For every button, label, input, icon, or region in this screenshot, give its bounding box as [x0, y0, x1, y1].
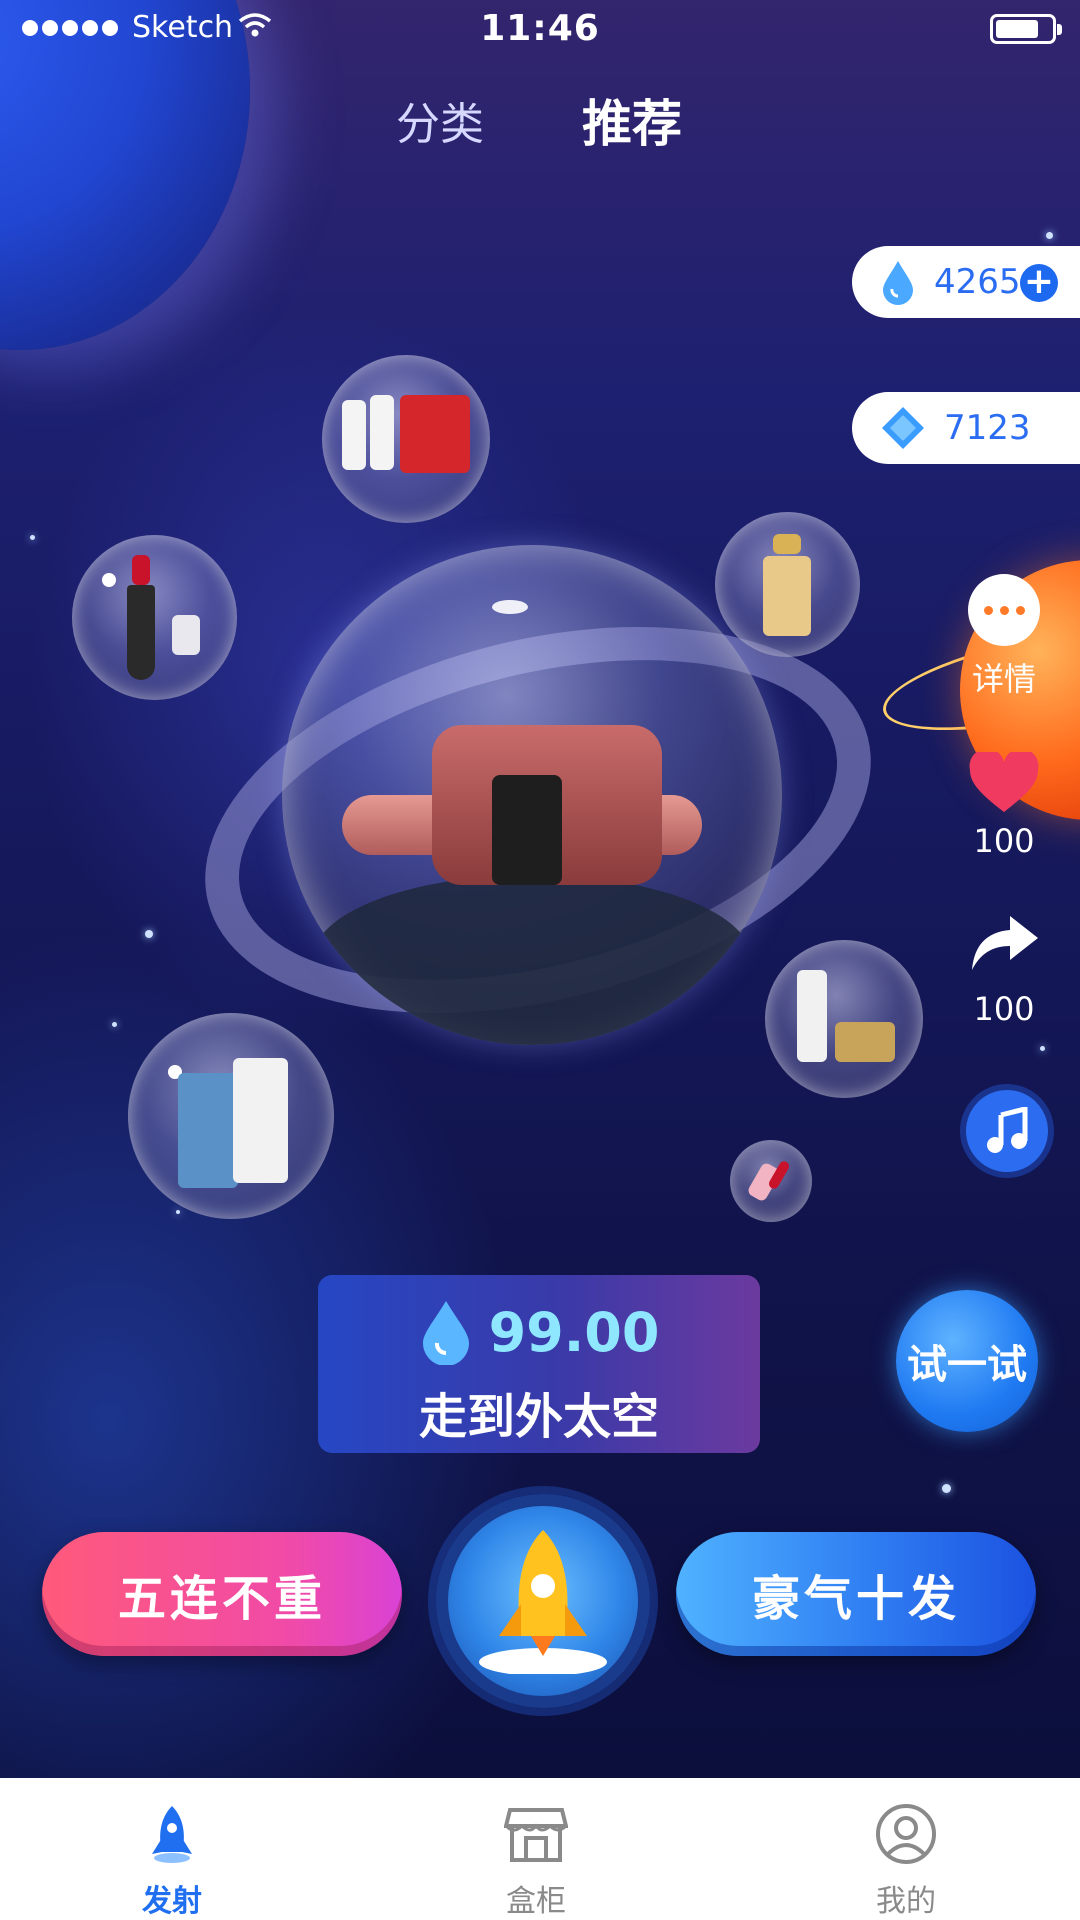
product-bubble-cologne[interactable]: [128, 1013, 334, 1219]
product-bubble-lipstick[interactable]: [72, 535, 237, 700]
tab-classify[interactable]: 分类: [396, 88, 484, 152]
water-drop-icon: [422, 1301, 469, 1365]
status-time: 11:46: [480, 8, 600, 49]
nav-mine-label: 我的: [876, 1884, 936, 1919]
status-bar: Sketch 11:46: [0, 0, 1080, 60]
tab-recommend[interactable]: 推荐: [582, 84, 682, 156]
water-drop-icon: [883, 261, 913, 305]
star: [942, 1484, 951, 1493]
star: [176, 1210, 180, 1214]
nav-launch-label: 发射: [142, 1884, 202, 1919]
details-label[interactable]: 详情: [940, 654, 1068, 700]
nav-item-mine[interactable]: 我的: [806, 1778, 1006, 1920]
plus-icon[interactable]: +: [1020, 264, 1058, 302]
music-icon[interactable]: [966, 1090, 1048, 1172]
ten-draw-button[interactable]: 豪气十发: [676, 1532, 1036, 1656]
product-bubble-chanel[interactable]: [765, 940, 923, 1098]
user-icon: [876, 1804, 936, 1864]
shares-count: 100: [973, 990, 1035, 1028]
box-cabinet-icon: [504, 1808, 568, 1862]
product-bubble-perfume[interactable]: [715, 512, 860, 657]
five-draw-button[interactable]: 五连不重: [42, 1532, 402, 1656]
heart-icon[interactable]: [968, 748, 1040, 818]
gems-balance[interactable]: 7123: [852, 392, 1080, 464]
product-bubble-skincare-set[interactable]: [322, 355, 490, 523]
star: [1046, 232, 1053, 239]
gem-icon: [882, 407, 924, 449]
share-icon[interactable]: [968, 912, 1040, 978]
likes-count: 100: [973, 822, 1035, 860]
blind-box-planet[interactable]: [282, 545, 782, 1045]
star: [145, 930, 153, 938]
box-price: 99.00: [488, 1300, 660, 1364]
star: [1040, 1046, 1045, 1051]
launch-screen: Sketch 11:46 分类 推荐 4265 + 7123 详情 100 10…: [0, 0, 1080, 1778]
battery-icon: [990, 14, 1062, 44]
gems-count: 7123: [944, 408, 1031, 448]
try-button[interactable]: 试一试: [896, 1290, 1038, 1432]
rocket-icon: [479, 1530, 607, 1674]
rocket-icon: [152, 1806, 192, 1863]
star: [30, 535, 35, 540]
blind-box-price-card: 99.00 走到外太空: [318, 1275, 760, 1453]
star: [112, 1022, 117, 1027]
drops-balance[interactable]: 4265 +: [852, 246, 1080, 318]
launch-button[interactable]: [436, 1494, 650, 1708]
product-bubble-lip-gloss[interactable]: [730, 1140, 812, 1222]
box-title: 走到外太空: [418, 1389, 659, 1445]
nav-item-box[interactable]: 盒柜: [436, 1778, 636, 1920]
drops-count: 4265: [934, 262, 1021, 302]
bottom-navigation: 发射 盒柜 我的: [0, 1778, 1080, 1920]
nav-item-launch[interactable]: 发射: [72, 1778, 272, 1920]
nav-box-label: 盒柜: [506, 1884, 566, 1919]
more-icon[interactable]: [968, 574, 1040, 646]
